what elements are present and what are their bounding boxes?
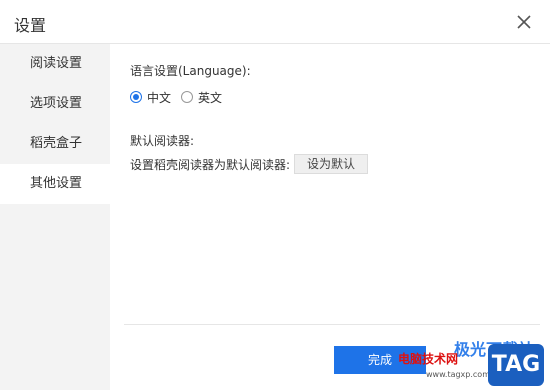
default-reader-label: 默认阅读器:: [130, 134, 195, 148]
title-bar: 设置: [0, 0, 550, 44]
close-icon[interactable]: [512, 10, 536, 34]
settings-sidebar: 阅读设置 选项设置 稻壳盒子 其他设置: [0, 44, 110, 390]
language-chinese-radio[interactable]: 中文: [130, 89, 171, 106]
sidebar-item-options[interactable]: 选项设置: [0, 84, 110, 124]
sidebar-item-reading[interactable]: 阅读设置: [0, 44, 110, 84]
radio-label: 中文: [147, 90, 172, 105]
sidebar-item-label: 选项设置: [30, 96, 83, 111]
language-label: 语言设置(Language):: [130, 64, 251, 78]
watermark-tag-badge: TAG: [488, 344, 544, 386]
window-title: 设置: [14, 16, 47, 35]
default-reader-description: 设置稻壳阅读器为默认阅读器:: [130, 157, 291, 172]
sidebar-item-label: 阅读设置: [30, 56, 83, 71]
set-default-button[interactable]: 设为默认: [294, 154, 369, 174]
language-english-radio[interactable]: 英文: [181, 89, 222, 106]
sidebar-item-label: 稻壳盒子: [30, 136, 83, 151]
radio-checked-icon: [130, 91, 142, 103]
footer-divider: [124, 324, 540, 325]
sidebar-item-other[interactable]: 其他设置: [0, 164, 110, 204]
settings-content: 语言设置(Language): 中文 英文 默认阅读器: 设置稻壳阅读器为默认阅…: [130, 62, 530, 174]
watermark-text: 电脑技术网: [398, 352, 459, 366]
radio-label: 英文: [198, 90, 223, 105]
watermark-logo: 极光下载站 电脑技术网 www.tagxp.com TAG: [396, 340, 550, 390]
language-options: 中文 英文: [130, 88, 530, 106]
sidebar-item-docer-box[interactable]: 稻壳盒子: [0, 124, 110, 164]
watermark-url: www.tagxp.com: [426, 370, 490, 379]
sidebar-item-label: 其他设置: [30, 176, 83, 191]
radio-unchecked-icon: [181, 91, 194, 103]
default-reader-row: 设置稻壳阅读器为默认阅读器: 设为默认: [130, 154, 530, 174]
